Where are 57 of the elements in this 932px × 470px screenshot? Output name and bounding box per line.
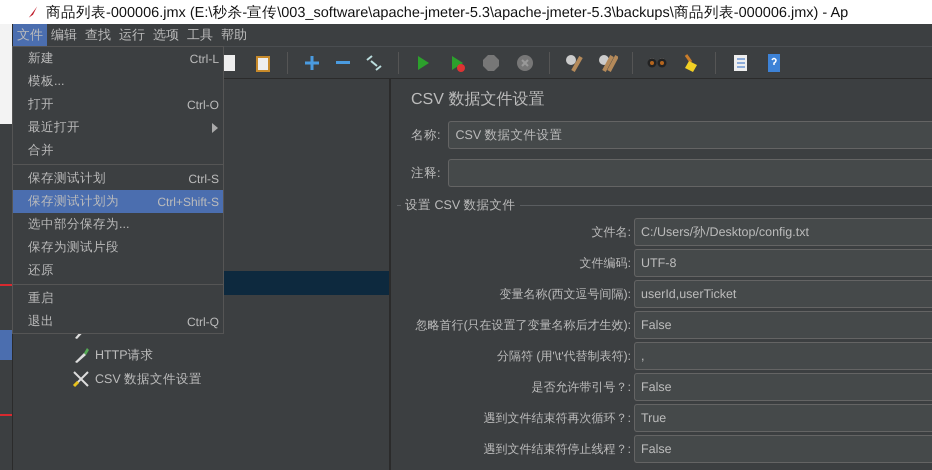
name-field[interactable]: CSV 数据文件设置: [448, 121, 932, 149]
stop-icon: [481, 52, 501, 72]
toggle-icon: [364, 52, 384, 72]
input-field[interactable]: UTF-8: [634, 249, 932, 277]
menu-item[interactable]: 保存为测试片段: [13, 236, 223, 259]
field-label: 忽略首行(只在设置了变量名称后才生效):: [414, 316, 631, 334]
broom-gear-icon: [564, 52, 584, 72]
menu-item[interactable]: 还原: [13, 259, 223, 282]
shortcut-text: Ctrl-Q: [187, 314, 219, 328]
menu-item[interactable]: 新建 Ctrl-L: [13, 47, 223, 70]
menu-tab[interactable]: 帮助: [217, 24, 251, 46]
field-label: 分隔符 (用'\t'代替制表符):: [496, 348, 631, 364]
input-field[interactable]: ,: [634, 342, 932, 370]
shortcut-text: Ctrl+Shift-S: [157, 194, 219, 208]
menu-item[interactable]: 保存测试计划 Ctrl-S: [13, 167, 223, 190]
shortcut-text: Ctrl-S: [188, 172, 219, 186]
field-label: 名称:: [411, 126, 440, 144]
menu-tab[interactable]: 选项: [149, 24, 183, 46]
section-title: 设置 CSV 数据文件: [405, 197, 516, 214]
input-field[interactable]: True: [634, 404, 932, 432]
minus-icon[interactable]: [336, 61, 350, 64]
menu-tab[interactable]: 编辑: [47, 24, 81, 46]
input-field[interactable]: userId,userTicket: [634, 280, 932, 308]
tree-row[interactable]: HTTP请求: [13, 343, 389, 367]
broom-gear-icon: [598, 52, 618, 72]
menu-tab[interactable]: 运行: [115, 24, 149, 46]
comment-field[interactable]: [448, 159, 932, 187]
field-label: 遇到文件结束符停止线程？:: [482, 440, 631, 458]
menu-item[interactable]: 打开 Ctrl-O: [13, 93, 223, 116]
tree-item-label: HTTP请求: [95, 346, 154, 364]
field-label: 是否允许带引号？:: [530, 378, 631, 396]
shortcut-text: Ctrl-O: [187, 98, 219, 112]
menu-tab[interactable]: 查找: [81, 24, 115, 46]
tree-row[interactable]: CSV 数据文件设置: [13, 367, 389, 391]
field-label: 变量名称(西文逗号间隔):: [498, 286, 631, 302]
menu-item[interactable]: 模板...: [13, 70, 223, 93]
input-field[interactable]: False: [634, 311, 932, 339]
input-field[interactable]: False: [634, 435, 932, 463]
menu-item[interactable]: 合并: [13, 139, 223, 162]
binoculars-icon[interactable]: [647, 58, 667, 68]
shortcut-text: Ctrl-L: [190, 52, 219, 66]
field-label: 注释:: [411, 164, 440, 182]
tree-item-label: CSV 数据文件设置: [95, 370, 202, 388]
field-label: 文件名:: [590, 224, 631, 240]
field-label: 遇到文件结束符再次循环？:: [482, 410, 631, 426]
input-field[interactable]: False: [634, 373, 932, 401]
menu-tab[interactable]: 工具: [183, 24, 217, 46]
menu-item[interactable]: 退出 Ctrl-Q: [13, 310, 223, 333]
menu-item[interactable]: 最近打开: [13, 116, 223, 139]
shutdown-icon: [515, 52, 535, 72]
menu-item[interactable]: 选中部分保存为...: [13, 213, 223, 236]
field-label: 文件编码:: [578, 254, 631, 272]
tools-icon: [71, 369, 91, 389]
window-title: 商品列表-000006.jmx (E:\秒杀-宣传\003_software\apache-jmeter-5.3\apache-jmeter-5.3\backups\商品列表-000006.jmx) - Ap: [46, 4, 848, 22]
menu-item[interactable]: 重启: [13, 287, 223, 310]
panel-title: CSV 数据文件设置: [411, 90, 546, 110]
input-field[interactable]: C:/Users/孙/Desktop/config.txt: [634, 218, 932, 246]
